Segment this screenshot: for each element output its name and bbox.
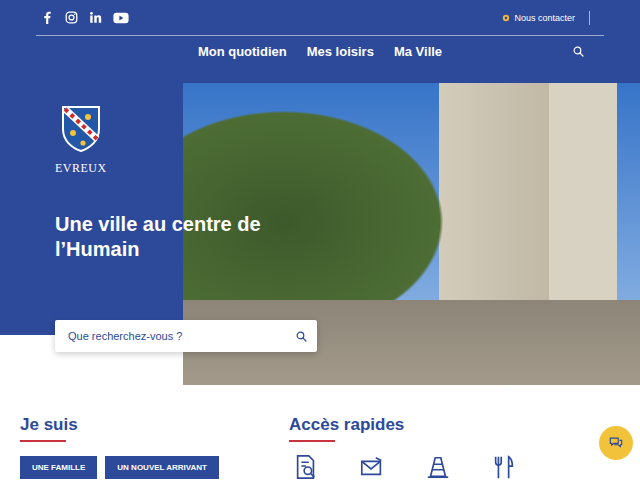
contact-area: Nous contacter <box>502 11 604 25</box>
quick-access-icons <box>289 454 558 480</box>
page: Nous contacter Mon quotidien Mes loisirs Ma… <box>0 0 640 480</box>
traffic-cone-icon[interactable] <box>425 454 451 480</box>
hero-content: EVREUX Une ville au centre de l’Humain Que… <box>0 83 640 385</box>
profile-buttons: UNE FAMILLE UN NOUVEL ARRIVANT <box>20 456 289 479</box>
instagram-icon[interactable] <box>65 11 78 24</box>
contact-label: Nous contacter <box>514 13 575 23</box>
crest-icon <box>61 105 101 153</box>
nav-item[interactable]: Mes loisirs <box>307 44 374 59</box>
cutlery-icon[interactable] <box>491 454 517 480</box>
top-bar: Nous contacter <box>36 0 604 36</box>
title-underline <box>20 440 66 442</box>
title-underline <box>289 440 335 442</box>
facebook-icon[interactable] <box>41 11 54 24</box>
profile-button[interactable]: UNE FAMILLE <box>20 456 97 479</box>
profile-title: Je suis <box>20 415 289 435</box>
youtube-icon[interactable] <box>113 12 129 24</box>
contact-dot-icon <box>502 14 510 22</box>
separator <box>589 11 590 25</box>
search-field[interactable]: Que recherchez-vous ? <box>55 320 317 352</box>
chat-icon <box>609 436 623 450</box>
logo-name: EVREUX <box>55 161 107 176</box>
header: Nous contacter Mon quotidien Mes loisirs Ma… <box>0 0 640 83</box>
nav-item[interactable]: Ma Ville <box>394 44 442 59</box>
hero-title: Une ville au centre de l’Humain <box>55 212 270 262</box>
search-icon[interactable] <box>573 46 584 57</box>
logo[interactable]: EVREUX <box>55 105 115 176</box>
linkedin-icon[interactable] <box>89 11 102 24</box>
search-placeholder: Que recherchez-vous ? <box>68 330 182 342</box>
social-links <box>36 11 129 24</box>
quick-access-title: Accès rapides <box>289 415 558 435</box>
bottom-section: Je suis UNE FAMILLE UN NOUVEL ARRIVANT Accè… <box>0 385 640 480</box>
search-icon[interactable] <box>296 331 307 342</box>
nav-search <box>442 46 640 57</box>
profile-column: Je suis UNE FAMILLE UN NOUVEL ARRIVANT <box>20 415 289 480</box>
document-search-icon[interactable] <box>293 454 319 480</box>
contact-link[interactable]: Nous contacter <box>502 13 575 23</box>
nav-items: Mon quotidien Mes loisirs Ma Ville <box>198 44 442 59</box>
nav-item[interactable]: Mon quotidien <box>198 44 287 59</box>
profile-button[interactable]: UN NOUVEL ARRIVANT <box>105 456 219 479</box>
envelope-icon[interactable] <box>359 454 385 480</box>
main-nav: Mon quotidien Mes loisirs Ma Ville <box>0 36 640 66</box>
chat-button[interactable] <box>599 426 633 460</box>
quick-access-column: Accès rapides <box>289 415 558 480</box>
hero: EVREUX Une ville au centre de l’Humain Que… <box>0 83 640 385</box>
